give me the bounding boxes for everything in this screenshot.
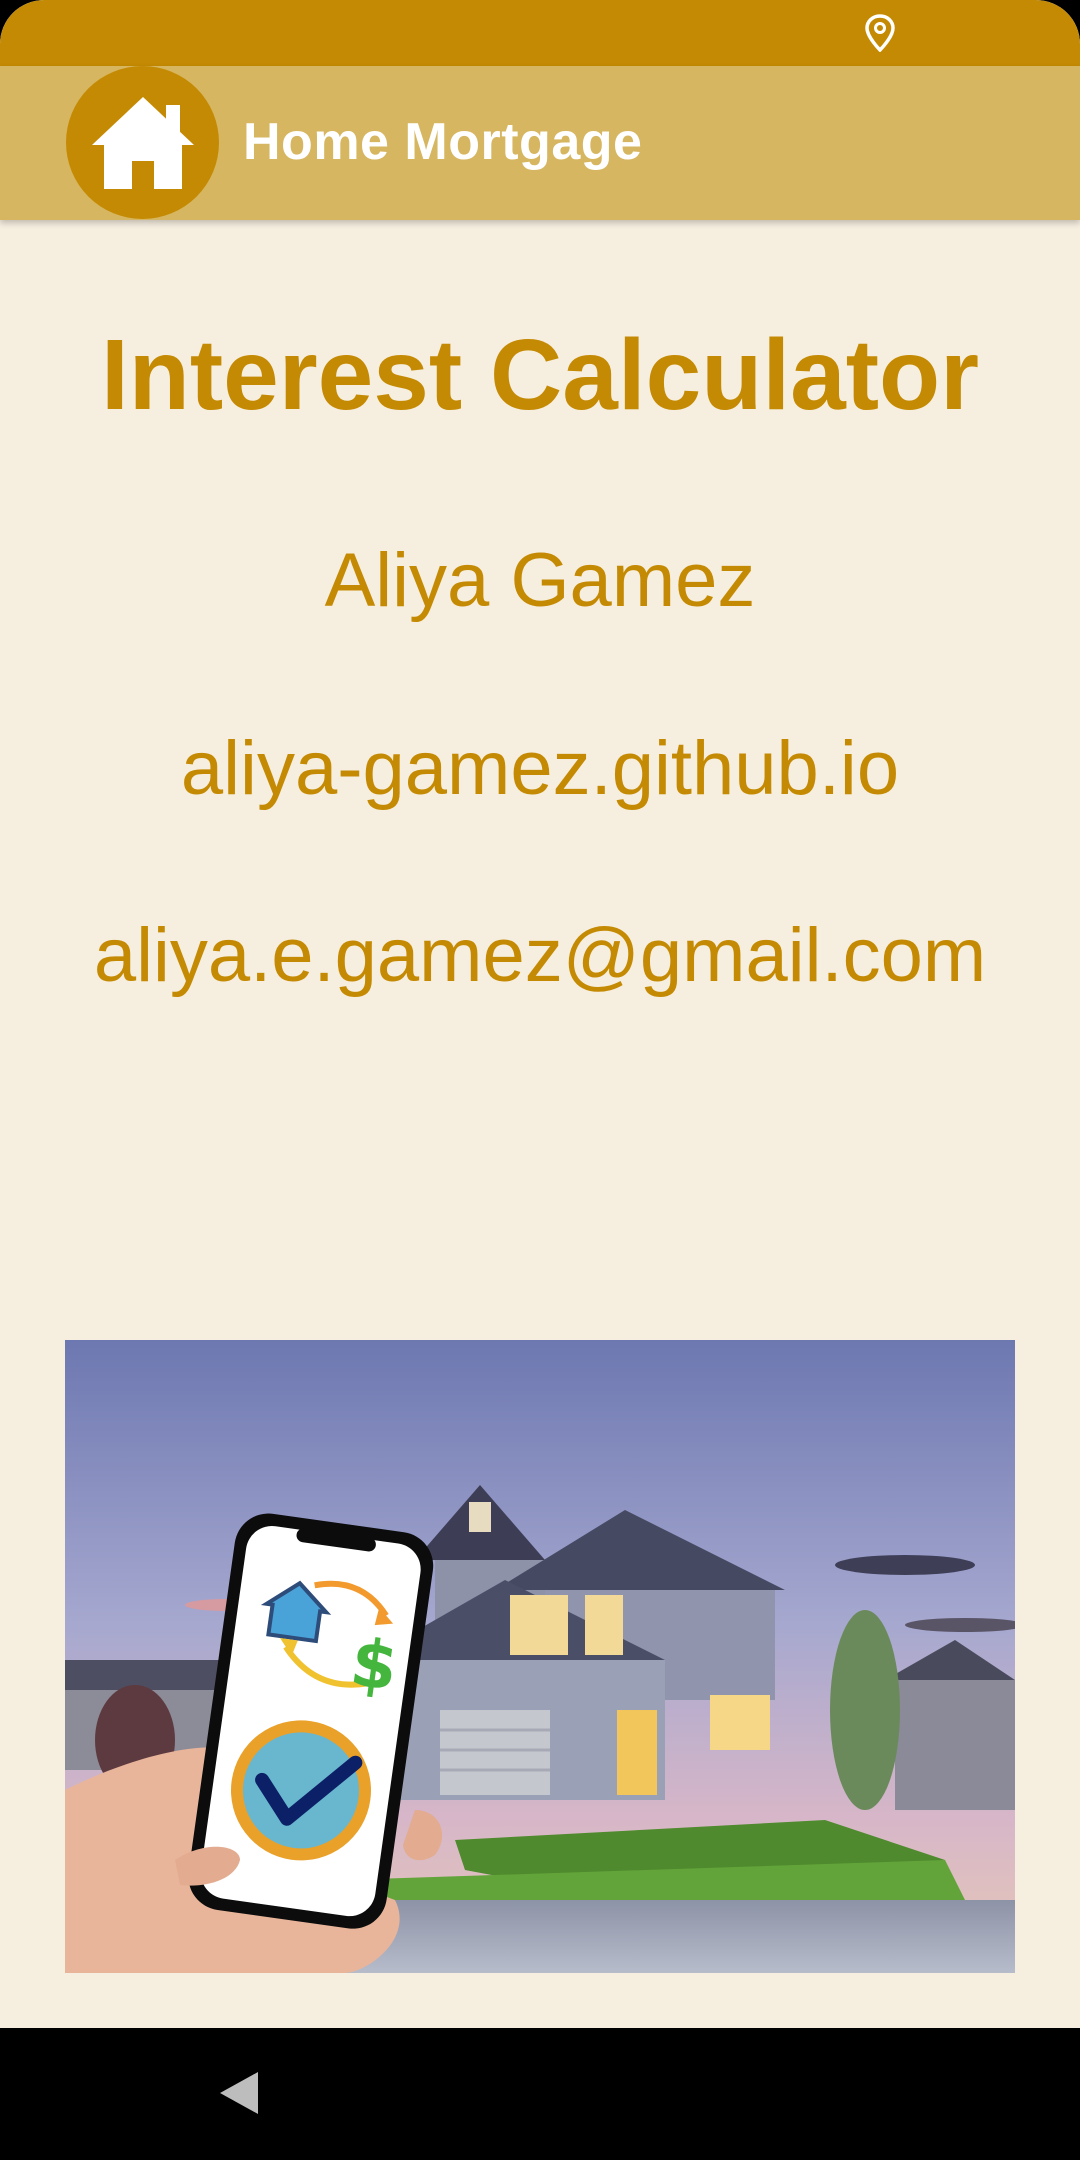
hero-image: $	[65, 1340, 1015, 1973]
app-logo	[66, 66, 219, 219]
back-triangle-icon[interactable]	[218, 2070, 260, 2116]
location-pin-icon	[865, 14, 895, 52]
house-phone-illustration: $	[65, 1340, 1015, 1973]
app-screen: Home Mortgage Interest Calculator Aliya …	[0, 0, 1080, 2160]
app-title: Home Mortgage	[243, 113, 643, 171]
page-title: Interest Calculator	[100, 319, 980, 431]
status-bar	[0, 0, 1080, 66]
app-bar: Home Mortgage	[0, 66, 1080, 220]
navigation-bar	[0, 2028, 1080, 2160]
house-icon	[91, 96, 194, 189]
author-name: Aliya Gamez	[324, 538, 756, 623]
website-text: aliya-gamez.github.io	[180, 726, 900, 811]
email-text: aliya.e.gamez@gmail.com	[93, 913, 987, 998]
